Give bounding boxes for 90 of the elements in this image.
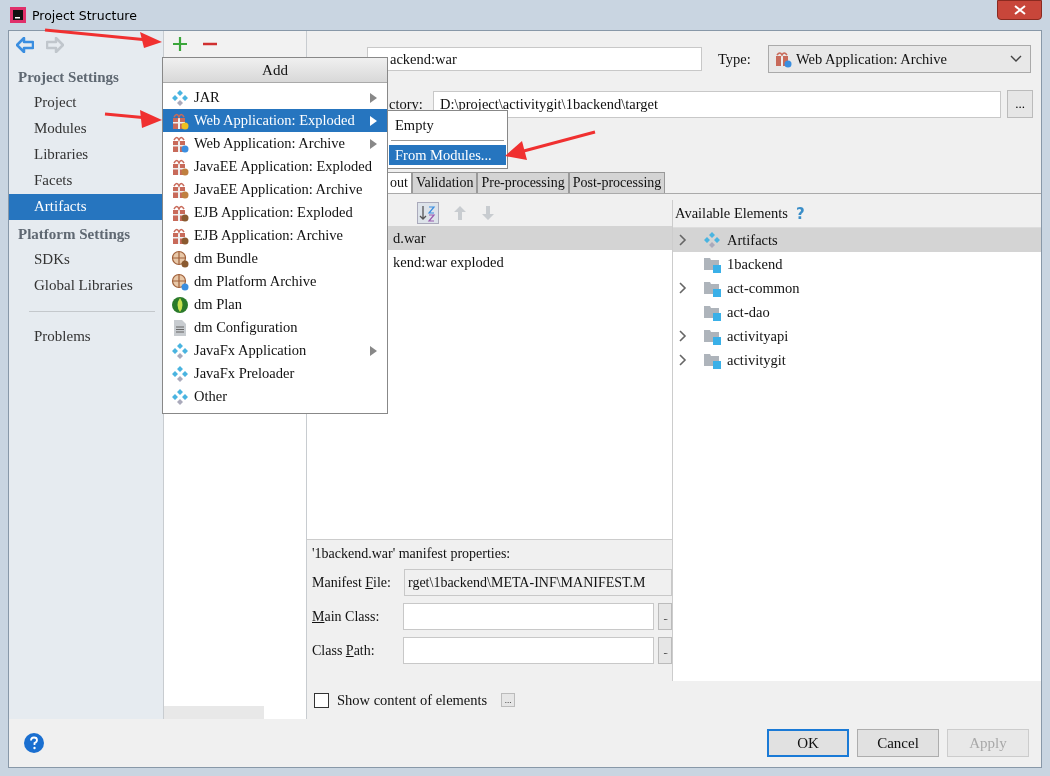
globe-icon xyxy=(171,249,189,268)
folder-icon xyxy=(703,303,721,321)
tree-item[interactable]: activitygit xyxy=(673,348,1041,372)
leaf-ball-icon xyxy=(171,295,189,314)
expand-chevron-icon[interactable] xyxy=(679,354,687,366)
help-icon[interactable] xyxy=(23,732,45,754)
gift-icon xyxy=(171,203,189,222)
scrollbar[interactable] xyxy=(164,706,264,719)
tree-item[interactable]: activityapi xyxy=(673,324,1041,348)
sidebar-item[interactable]: Global Libraries xyxy=(9,273,163,299)
add-icon[interactable] xyxy=(172,36,188,52)
diamond-icon xyxy=(171,341,189,360)
manifest-file-field[interactable]: rget\1backend\META-INF\MANIFEST.M xyxy=(404,569,672,596)
close-icon[interactable] xyxy=(1013,5,1026,15)
tree-item[interactable]: 1backend xyxy=(673,252,1041,276)
menu-item[interactable]: Web Application: Exploded xyxy=(163,109,387,132)
gift-icon xyxy=(171,111,189,130)
checkbox-label: Show content of elements xyxy=(337,691,488,709)
browse-button[interactable]: ... xyxy=(658,603,672,630)
gift-icon xyxy=(171,226,189,245)
field-label: Manifest File: xyxy=(312,574,392,591)
browse-button[interactable]: ... xyxy=(658,637,672,664)
panel-title: Available Elements xyxy=(675,205,788,222)
input-field[interactable] xyxy=(403,603,655,630)
section-header: Platform Settings xyxy=(17,225,132,244)
menu-item[interactable]: From Modules... xyxy=(389,145,506,165)
field-label: ctory: xyxy=(389,95,424,113)
dialog-button[interactable]: Cancel xyxy=(857,729,939,757)
menu-item[interactable]: EJB Application: Exploded xyxy=(163,201,387,224)
sidebar-item[interactable]: Artifacts xyxy=(9,194,163,220)
input-field[interactable] xyxy=(403,637,655,664)
menu-item[interactable]: dm Configuration xyxy=(163,316,387,339)
checkbox[interactable] xyxy=(314,692,329,708)
tab[interactable]: Validation xyxy=(411,172,478,193)
diamond-icon xyxy=(171,387,189,406)
section-header: Project Settings xyxy=(17,68,120,87)
window-title: Project Structure xyxy=(32,7,137,23)
gift-icon xyxy=(171,134,189,153)
diamond-icon xyxy=(703,231,721,249)
menu-item[interactable]: Other xyxy=(163,385,387,408)
menu-item[interactable]: dm Bundle xyxy=(163,247,387,270)
sidebar-item[interactable]: Modules xyxy=(9,116,163,142)
app-icon xyxy=(10,7,26,23)
tab[interactable]: Pre-processing xyxy=(477,172,569,193)
sidebar-item[interactable]: Problems xyxy=(9,324,163,350)
sidebar-item[interactable]: Facets xyxy=(9,168,163,194)
section-title: '1backend.war' manifest properties: xyxy=(312,546,512,562)
field-label: Main Class: xyxy=(312,608,381,625)
sidebar-item[interactable]: SDKs xyxy=(9,247,163,273)
menu-item[interactable]: Web Application: Archive xyxy=(163,132,387,155)
expand-chevron-icon[interactable] xyxy=(679,234,687,246)
sort-icon[interactable] xyxy=(417,202,439,224)
gift-icon xyxy=(171,180,189,199)
sidebar-item[interactable]: Project xyxy=(9,90,163,116)
folder-icon xyxy=(703,327,721,345)
menu-item[interactable]: JavaFx Preloader xyxy=(163,362,387,385)
annotation-arrow xyxy=(104,110,162,128)
menu-item[interactable]: JAR xyxy=(163,86,387,109)
close-button[interactable] xyxy=(997,0,1042,20)
output-directory-field[interactable]: D:\project\activitygit\1backend\target xyxy=(433,90,1001,118)
document-icon xyxy=(171,318,189,337)
back-arrow-icon[interactable] xyxy=(16,37,34,53)
tree-item[interactable]: act-dao xyxy=(673,300,1041,324)
menu-item[interactable]: dm Plan xyxy=(163,293,387,316)
tree-item[interactable]: act-common xyxy=(673,276,1041,300)
folder-icon xyxy=(703,279,721,297)
field-label: Type: xyxy=(718,50,752,68)
folder-icon xyxy=(703,351,721,369)
gift-icon xyxy=(774,50,792,68)
sidebar-item[interactable]: Libraries xyxy=(9,142,163,168)
expand-chevron-icon[interactable] xyxy=(679,330,687,342)
menu-item[interactable]: JavaFx Application xyxy=(163,339,387,362)
chevron-down-icon xyxy=(1010,55,1022,63)
name-field[interactable]: ackend:war xyxy=(367,47,702,71)
menu-item[interactable]: Empty xyxy=(389,115,506,135)
tab[interactable]: Post-processing xyxy=(568,172,666,193)
type-dropdown[interactable]: Web Application: Archive xyxy=(768,45,1031,73)
field-label: Class Path: xyxy=(312,642,376,659)
diamond-icon xyxy=(171,364,189,383)
folder-icon xyxy=(703,255,721,273)
diamond-icon xyxy=(171,88,189,107)
browse-button[interactable]: ... xyxy=(1007,90,1033,118)
expand-chevron-icon[interactable] xyxy=(679,282,687,294)
menu-header: Add xyxy=(163,58,387,83)
globe-icon xyxy=(171,272,189,291)
menu-item[interactable]: dm Platform Archive xyxy=(163,270,387,293)
dialog-button[interactable]: OK xyxy=(767,729,849,757)
gift-icon xyxy=(171,157,189,176)
tree-item[interactable]: Artifacts xyxy=(673,228,1041,252)
options-button[interactable]: ... xyxy=(501,693,516,707)
